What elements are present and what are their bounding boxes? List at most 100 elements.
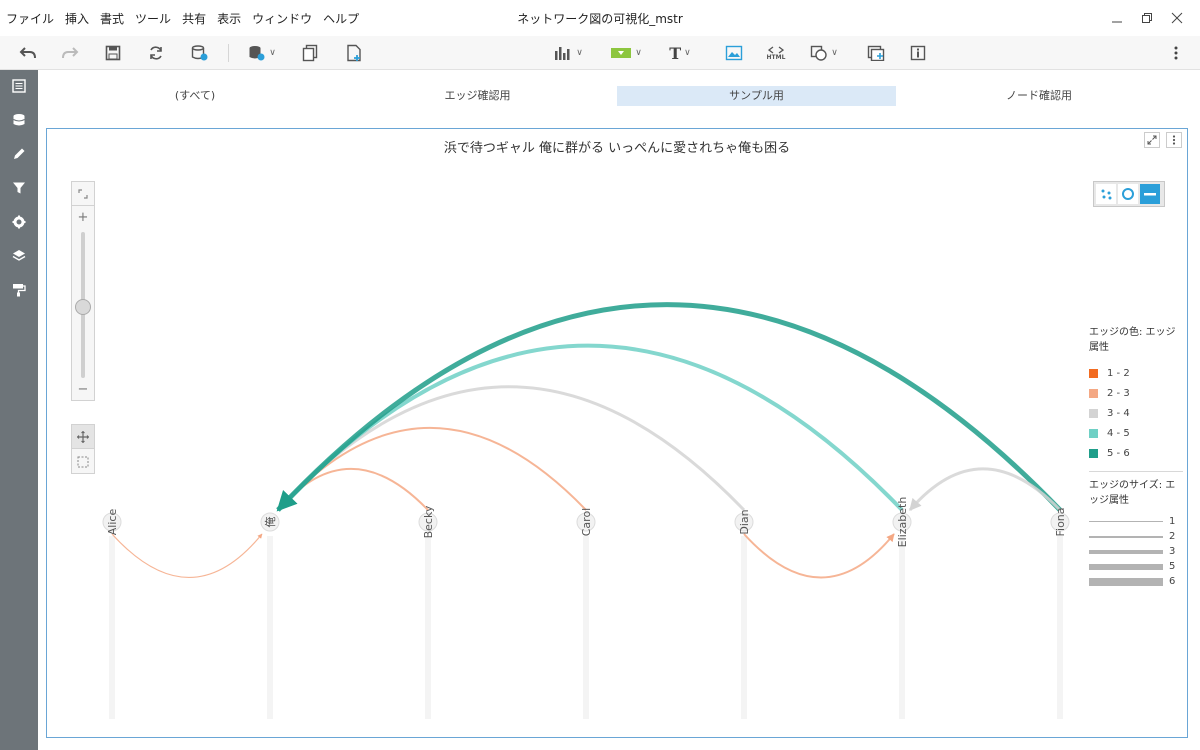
size-bar bbox=[1089, 549, 1163, 554]
legend-swatch bbox=[1089, 368, 1098, 378]
menu-tools[interactable]: ツール bbox=[135, 10, 171, 27]
panel-more-icon[interactable] bbox=[1166, 132, 1182, 148]
info-icon[interactable] bbox=[906, 41, 930, 65]
viz-title: 浜で待つギャル 俺に群がる いっぺんに愛されちゃ俺も困る bbox=[443, 141, 791, 156]
maximize-icon[interactable] bbox=[1144, 132, 1160, 148]
edge-Fiona-Elizabeth[interactable] bbox=[908, 467, 1062, 512]
filter-funnel-icon[interactable] bbox=[0, 174, 38, 202]
chart-icon[interactable]: ∨ bbox=[550, 41, 586, 65]
more-icon[interactable] bbox=[1168, 41, 1184, 65]
size-bar bbox=[1089, 563, 1163, 570]
node-label: Elizabeth bbox=[896, 497, 909, 548]
zoom-control: + − bbox=[71, 181, 95, 401]
force-layout-icon[interactable] bbox=[1096, 184, 1116, 204]
size-bar bbox=[1089, 577, 1163, 586]
shape-icon[interactable]: ∨ bbox=[806, 41, 842, 65]
tab-all[interactable]: (すべて) bbox=[52, 86, 338, 106]
edge-Alice-俺[interactable] bbox=[111, 533, 263, 578]
edge-Fiona-俺[interactable] bbox=[276, 302, 1062, 512]
toolbar: ∨ ∨ ∨ T ∨ HTML ∨ bbox=[0, 36, 1200, 70]
menu-window[interactable]: ウィンドウ bbox=[252, 10, 312, 27]
node-俺[interactable]: 俺 bbox=[260, 512, 280, 532]
gear-icon[interactable] bbox=[0, 208, 38, 236]
color-legend-item: 5 - 6 bbox=[1089, 443, 1183, 463]
add-data-icon[interactable]: ∨ bbox=[244, 41, 280, 65]
color-legend-item: 4 - 5 bbox=[1089, 423, 1183, 443]
menu-share[interactable]: 共有 bbox=[182, 10, 206, 27]
filter-icon[interactable]: ∨ bbox=[606, 41, 646, 65]
menu-view[interactable]: 表示 bbox=[217, 10, 241, 27]
edge-Carol-俺[interactable] bbox=[277, 427, 587, 511]
color-legend-item: 1 - 2 bbox=[1089, 363, 1183, 383]
legend-swatch bbox=[1089, 388, 1098, 398]
node-Dian[interactable]: Dian bbox=[734, 509, 754, 535]
color-legend-item: 3 - 4 bbox=[1089, 403, 1183, 423]
pan-mode-icon[interactable] bbox=[72, 425, 94, 449]
container-icon[interactable] bbox=[864, 41, 888, 65]
network-graph[interactable]: Alice 俺 Becky Carol Dian Elizabeth Fiona bbox=[47, 129, 1187, 737]
title-bar: ファイル 挿入 書式 ツール 共有 表示 ウィンドウ ヘルプ ネットワーク図の可… bbox=[0, 0, 1200, 36]
menu-help[interactable]: ヘルプ bbox=[323, 10, 359, 27]
new-page-icon[interactable] bbox=[342, 41, 366, 65]
menu-file[interactable]: ファイル bbox=[6, 10, 54, 27]
legend: エッジの色: エッジ属性 1 - 2 2 - 3 3 - 4 4 - 5 5 -… bbox=[1089, 325, 1183, 589]
minimize-icon[interactable] bbox=[1102, 6, 1132, 30]
node-label: Carol bbox=[580, 508, 593, 537]
image-icon[interactable] bbox=[722, 41, 746, 65]
save-icon[interactable] bbox=[101, 41, 125, 65]
size-legend-item: 5 bbox=[1089, 559, 1183, 574]
zoom-slider-thumb[interactable] bbox=[75, 299, 91, 315]
undo-icon[interactable] bbox=[16, 41, 40, 65]
menu-format[interactable]: 書式 bbox=[100, 10, 124, 27]
left-sidebar bbox=[0, 70, 38, 750]
text-icon[interactable]: T ∨ bbox=[664, 41, 696, 65]
zoom-out-button[interactable]: − bbox=[72, 382, 94, 398]
node-Carol[interactable]: Carol bbox=[576, 508, 596, 537]
toolbar-separator bbox=[228, 44, 229, 62]
edge-Dian-俺[interactable] bbox=[276, 385, 746, 512]
legend-divider bbox=[1089, 471, 1183, 472]
close-icon[interactable] bbox=[1162, 6, 1192, 30]
fit-to-screen-icon[interactable] bbox=[72, 182, 94, 206]
size-legend-title: エッジのサイズ: エッジ属性 bbox=[1089, 480, 1176, 506]
node-Alice[interactable]: Alice bbox=[102, 509, 122, 536]
legend-swatch bbox=[1089, 448, 1098, 458]
restore-icon[interactable] bbox=[1132, 6, 1162, 30]
redo-icon[interactable] bbox=[58, 41, 82, 65]
edge-Dian-Elizabeth[interactable] bbox=[743, 533, 895, 579]
node-label: Dian bbox=[738, 509, 751, 534]
interaction-mode-control bbox=[71, 424, 95, 474]
size-legend-item: 1 bbox=[1089, 514, 1183, 529]
zoom-in-button[interactable]: + bbox=[72, 210, 94, 226]
tab-node-check[interactable]: ノード確認用 bbox=[896, 86, 1182, 106]
data-view-icon[interactable] bbox=[188, 41, 212, 65]
edge-Elizabeth-俺[interactable] bbox=[276, 343, 904, 512]
node-label: Becky bbox=[422, 505, 435, 538]
html-icon[interactable]: HTML bbox=[762, 41, 790, 65]
node-label: 俺 bbox=[263, 517, 277, 528]
tab-sample[interactable]: サンプル用 bbox=[617, 86, 896, 106]
datasets-icon[interactable] bbox=[0, 106, 38, 134]
menu-insert[interactable]: 挿入 bbox=[65, 10, 89, 27]
duplicate-page-icon[interactable] bbox=[298, 41, 322, 65]
editor-pencil-icon[interactable] bbox=[0, 140, 38, 168]
legend-swatch bbox=[1089, 408, 1098, 418]
node-Becky[interactable]: Becky bbox=[418, 505, 438, 538]
node-label: Fiona bbox=[1054, 507, 1067, 536]
linear-layout-icon[interactable] bbox=[1140, 184, 1160, 204]
marquee-select-icon[interactable] bbox=[72, 450, 94, 474]
menu-bar: ファイル 挿入 書式 ツール 共有 表示 ウィンドウ ヘルプ bbox=[6, 10, 370, 27]
refresh-icon[interactable] bbox=[144, 41, 168, 65]
node-Fiona[interactable]: Fiona bbox=[1050, 507, 1070, 537]
circular-layout-icon[interactable] bbox=[1118, 184, 1138, 204]
network-visualization-panel: Alice 俺 Becky Carol Dian Elizabeth Fiona 浜で待つギ… bbox=[46, 128, 1188, 738]
format-roller-icon[interactable] bbox=[0, 276, 38, 304]
size-bar bbox=[1089, 521, 1163, 522]
size-legend-item: 3 bbox=[1089, 544, 1183, 559]
table-of-contents-icon[interactable] bbox=[0, 72, 38, 100]
node-label: Alice bbox=[106, 509, 119, 536]
layers-icon[interactable] bbox=[0, 242, 38, 270]
tab-edge-check[interactable]: エッジ確認用 bbox=[338, 86, 617, 106]
size-legend-item: 2 bbox=[1089, 529, 1183, 544]
node-Elizabeth[interactable]: Elizabeth bbox=[892, 497, 912, 548]
